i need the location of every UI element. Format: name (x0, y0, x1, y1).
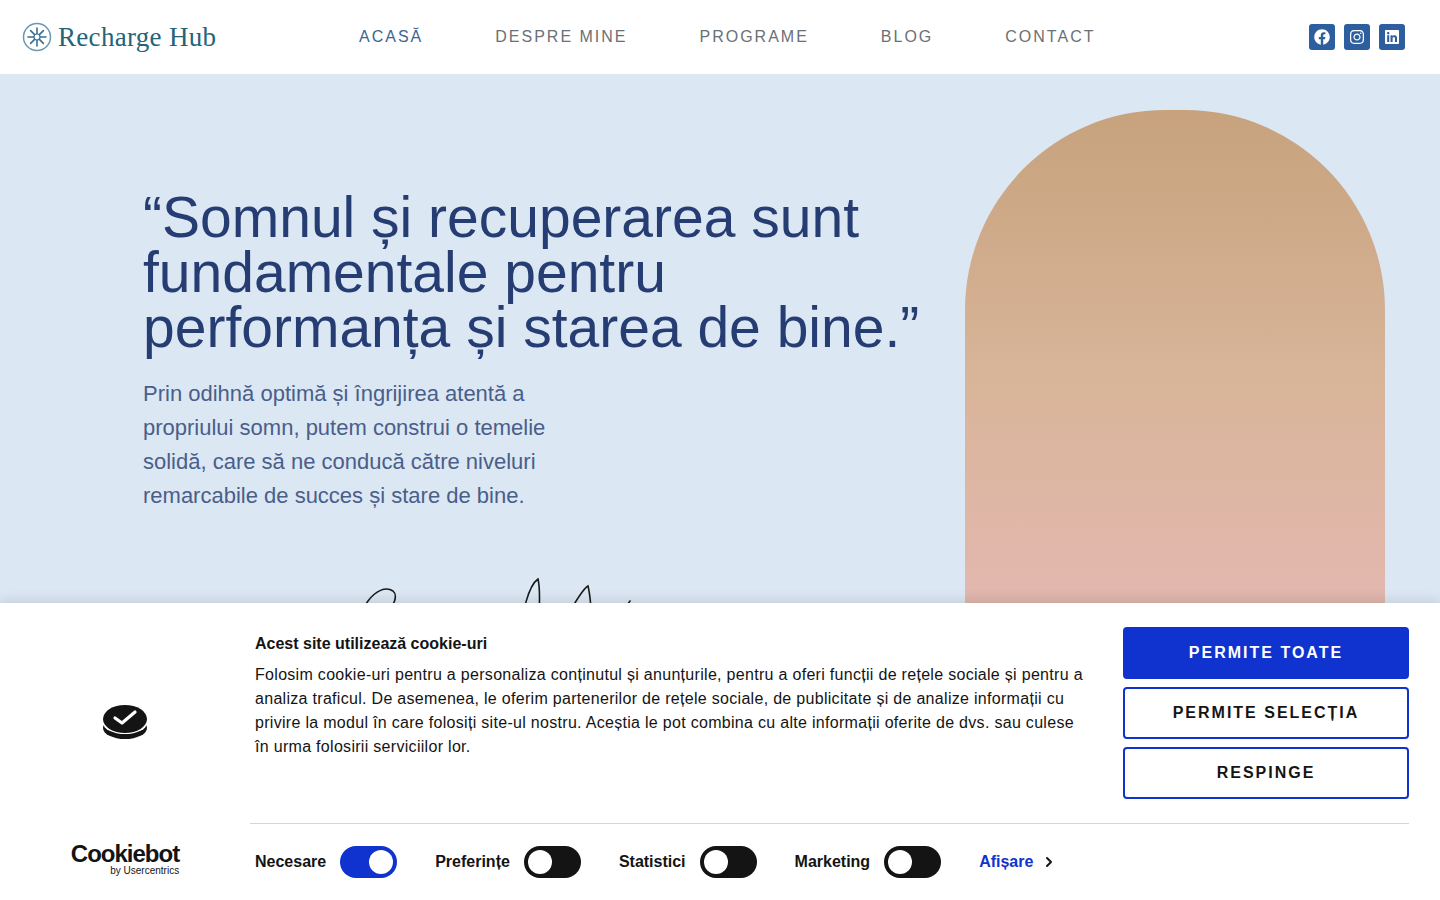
cookie-buttons: PERMITE TOATE PERMITE SELECȚIA RESPINGE (1123, 627, 1409, 799)
toggle-switch[interactable] (700, 846, 757, 878)
cookiebot-logo: Cookiebotby Usercentrics (71, 842, 179, 876)
toggle-knob (888, 850, 912, 874)
cookie-toggles: Necesare Preferințe Statistici Marketing Afi… (250, 824, 1409, 878)
cookie-text: Acest site utilizează cookie-uri Folosim … (255, 627, 1083, 799)
nav-item[interactable]: PROGRAME (700, 28, 809, 46)
cookie-banner: Cookiebotby Usercentrics Acest site utili… (0, 603, 1440, 900)
hero-paragraph: Prin odihnă optimă și îngrijirea atentă … (143, 377, 603, 513)
toggle-switch[interactable] (884, 846, 941, 878)
site-header: Recharge Hub ACASĂ DESPRE MINE PROGRAME BLOG… (0, 0, 1440, 74)
hero-quote: “Somnul și recuperarea suntfundamentale … (143, 190, 919, 355)
nav-item[interactable]: DESPRE MINE (495, 28, 627, 46)
cookie-icon (101, 701, 149, 741)
social-links (1309, 24, 1405, 50)
cookie-content: Acest site utilizează cookie-uri Folosim … (250, 603, 1409, 900)
nav-item[interactable]: BLOG (881, 28, 933, 46)
cookie-body: Folosim cookie-uri pentru a personaliza … (255, 663, 1083, 759)
cookie-title: Acest site utilizează cookie-uri (255, 635, 1083, 653)
toggle-knob (704, 850, 728, 874)
main-nav: ACASĂ DESPRE MINE PROGRAME BLOG CONTACT (359, 28, 1309, 46)
toggle-switch[interactable] (524, 846, 581, 878)
cookie-toggle[interactable]: Preferințe (435, 846, 581, 878)
social-button[interactable] (1379, 24, 1405, 50)
logo-text[interactable]: Recharge Hub (58, 22, 216, 53)
instagram-icon (1349, 29, 1365, 45)
cookie-top-row: Acest site utilizează cookie-uri Folosim … (250, 603, 1409, 823)
cookie-button[interactable]: RESPINGE (1123, 747, 1409, 799)
cookie-toggle[interactable]: Necesare (255, 846, 397, 878)
toggle-switch[interactable] (340, 846, 397, 878)
toggle-knob (369, 850, 393, 874)
facebook-icon (1314, 29, 1330, 45)
linkedin-icon (1384, 29, 1400, 45)
chevron-right-icon (1041, 854, 1057, 870)
cookie-brand-column: Cookiebotby Usercentrics (0, 603, 250, 900)
cookie-button[interactable]: PERMITE SELECȚIA (1123, 687, 1409, 739)
cookie-divider (250, 823, 1409, 824)
social-button[interactable] (1344, 24, 1370, 50)
cookie-toggle[interactable]: Marketing (795, 846, 942, 878)
logo[interactable]: Recharge Hub (22, 22, 359, 53)
toggle-knob (528, 850, 552, 874)
cookie-toggle[interactable]: Statistici (619, 846, 757, 878)
social-button[interactable] (1309, 24, 1335, 50)
cookie-button[interactable]: PERMITE TOATE (1123, 627, 1409, 679)
details-link[interactable]: Afișare (979, 853, 1057, 871)
nav-item[interactable]: CONTACT (1005, 28, 1095, 46)
page: Recharge Hub ACASĂ DESPRE MINE PROGRAME BLOG… (0, 0, 1440, 900)
nav-item[interactable]: ACASĂ (359, 28, 423, 46)
logo-icon (22, 22, 52, 52)
